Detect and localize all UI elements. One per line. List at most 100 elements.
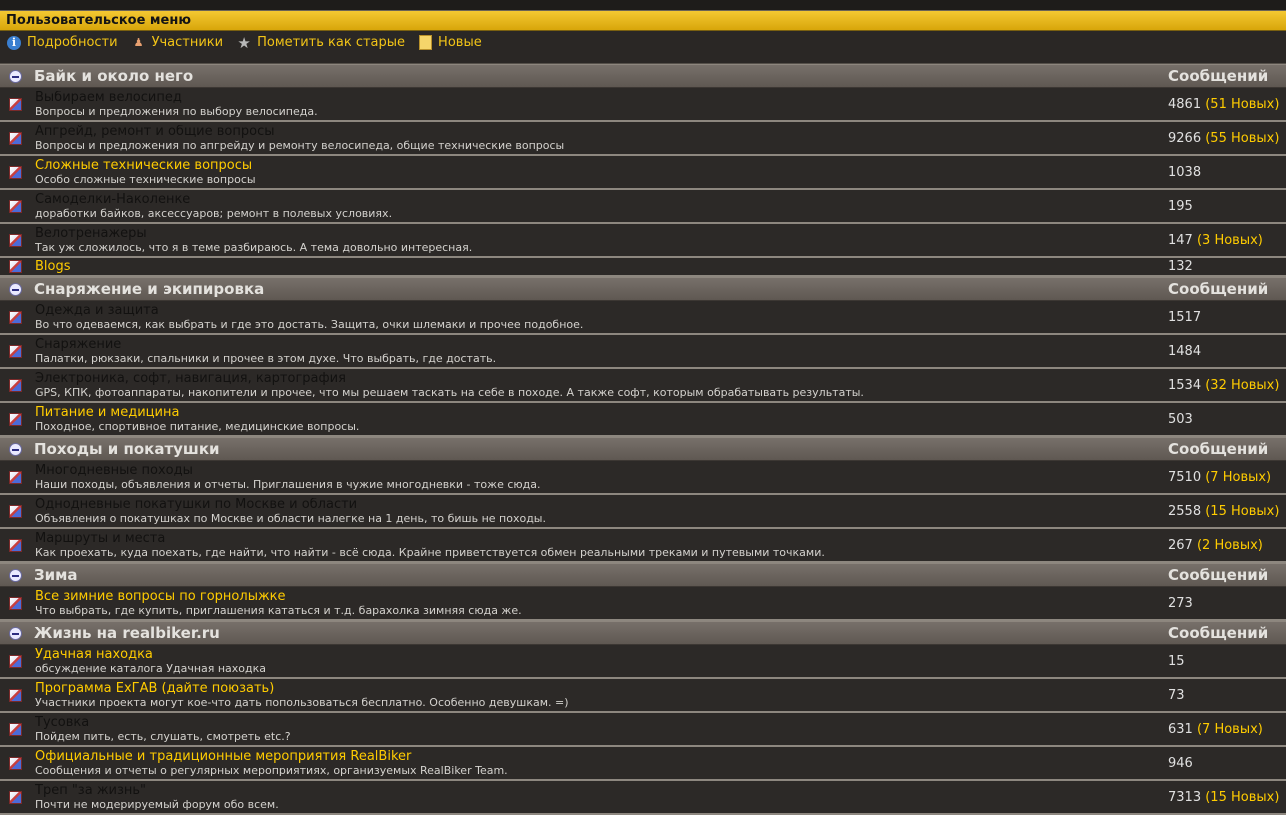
- category-title[interactable]: Жизнь на realbiker.ru: [34, 624, 1168, 642]
- forum-link[interactable]: Тусовка: [35, 716, 1168, 730]
- new-posts-count[interactable]: (15 Новых): [1205, 790, 1279, 805]
- forum-status-icon: [9, 310, 22, 324]
- collapse-icon[interactable]: [9, 69, 22, 83]
- collapse-icon[interactable]: [9, 626, 22, 640]
- new-posts-count[interactable]: (2 Новых): [1197, 538, 1263, 553]
- forum-row: Многодневные походы Наши походы, объявлен…: [0, 461, 1286, 495]
- post-count: 631: [1168, 721, 1193, 737]
- menu-separator: [0, 54, 1286, 64]
- post-count: 1534: [1168, 377, 1202, 393]
- category-title[interactable]: Снаряжение и экипировка: [34, 280, 1168, 298]
- forum-status-icon: [9, 344, 22, 358]
- details-link-label: Подробности: [27, 35, 118, 50]
- category-title[interactable]: Зима: [34, 566, 1168, 584]
- forum-link[interactable]: Апгрейд, ремонт и общие вопросы: [35, 125, 1168, 139]
- new-posts-count[interactable]: (7 Новых): [1197, 722, 1263, 737]
- forum-row: Питание и медицина Походное, спортивное п…: [0, 403, 1286, 437]
- forum-link[interactable]: Треп "за жизнь": [35, 784, 1168, 798]
- post-count: 7313: [1168, 789, 1202, 805]
- forum-row: Сложные технические вопросы Особо сложные…: [0, 156, 1286, 190]
- forum-description: GPS, КПК, фотоаппараты, накопители и про…: [35, 385, 864, 399]
- forum-info: Удачная находка обсуждение каталога Удачн…: [35, 648, 1168, 675]
- forum-status-icon: [9, 688, 22, 702]
- forum-row: Электроника, софт, навигация, картографи…: [0, 369, 1286, 403]
- post-count: 1484: [1168, 343, 1202, 359]
- post-count: 273: [1168, 595, 1193, 611]
- forum-status-icon: [9, 790, 22, 804]
- forum-info: Программа ExГАВ (дайте поюзать) Участники…: [35, 682, 1168, 709]
- new-posts-link[interactable]: Новые: [419, 35, 482, 50]
- forum-info: Снаряжение Палатки, рюкзаки, спальники и …: [35, 338, 1168, 365]
- forum-link[interactable]: Электроника, софт, навигация, картографи…: [35, 372, 1168, 386]
- forum-link[interactable]: Официальные и традиционные мероприятия R…: [35, 750, 1168, 764]
- forum-status-icon: [9, 654, 22, 668]
- forum-status-icon: [9, 97, 22, 111]
- forum-description: Наши походы, объявления и отчеты. Пригла…: [35, 477, 541, 491]
- forum-info: Официальные и традиционные мероприятия R…: [35, 750, 1168, 777]
- new-posts-count[interactable]: (7 Новых): [1205, 470, 1271, 485]
- forum-description: Пойдем пить, есть, слушать, смотреть etc…: [35, 729, 291, 743]
- forum-link[interactable]: Программа ExГАВ (дайте поюзать): [35, 682, 1168, 696]
- forum-link[interactable]: Питание и медицина: [35, 406, 1168, 420]
- new-posts-count[interactable]: (55 Новых): [1205, 131, 1279, 146]
- forum-description: Участники проекта могут кое-что дать поп…: [35, 695, 569, 709]
- new-posts-count[interactable]: (15 Новых): [1205, 504, 1279, 519]
- forum-link[interactable]: Самоделки-Наколенке: [35, 193, 1168, 207]
- members-link[interactable]: ♟ Участники: [132, 35, 223, 50]
- mark-read-link[interactable]: ★ Пометить как старые: [237, 34, 406, 52]
- category-title[interactable]: Походы и покатушки: [34, 440, 1168, 458]
- forum-info: Однодневные покатушки по Москве и област…: [35, 498, 1168, 525]
- collapse-icon[interactable]: [9, 442, 22, 456]
- post-count: 4861: [1168, 96, 1202, 112]
- post-count: 15: [1168, 653, 1185, 669]
- forum-link[interactable]: Снаряжение: [35, 338, 1168, 352]
- forum-link[interactable]: Все зимние вопросы по горнолыжке: [35, 590, 1168, 604]
- post-count: 267: [1168, 537, 1193, 553]
- forum-description: Вопросы и предложения по выбору велосипе…: [35, 104, 318, 118]
- forum-status-icon: [9, 470, 22, 484]
- forum-link[interactable]: Blogs: [35, 260, 1168, 274]
- forum-link[interactable]: Сложные технические вопросы: [35, 159, 1168, 173]
- category-header: Байк и около него Сообщений: [0, 64, 1286, 88]
- forum-row: Однодневные покатушки по Москве и област…: [0, 495, 1286, 529]
- new-posts-count[interactable]: (32 Новых): [1205, 378, 1279, 393]
- posts-column-header: Сообщений: [1168, 440, 1269, 458]
- forum-row: Официальные и традиционные мероприятия R…: [0, 747, 1286, 781]
- forum-posts: 1484: [1168, 344, 1286, 359]
- category-title[interactable]: Байк и около него: [34, 67, 1168, 85]
- mark-read-link-label: Пометить как старые: [257, 35, 406, 50]
- forum-list: Байк и около него Сообщений Выбираем велос…: [0, 64, 1286, 815]
- forum-link[interactable]: Маршруты и места: [35, 532, 1168, 546]
- forum-link[interactable]: Многодневные походы: [35, 464, 1168, 478]
- forum-status-icon: [9, 596, 22, 610]
- collapse-icon[interactable]: [9, 568, 22, 582]
- forum-link[interactable]: Однодневные покатушки по Москве и област…: [35, 498, 1168, 512]
- forum-posts: 132: [1168, 259, 1286, 274]
- forum-link[interactable]: Выбираем велосипед: [35, 91, 1168, 105]
- details-link[interactable]: i Подробности: [7, 35, 118, 50]
- post-count: 1038: [1168, 164, 1202, 180]
- new-posts-count[interactable]: (3 Новых): [1197, 233, 1263, 248]
- forum-info: Blogs: [35, 260, 1168, 274]
- forum-info: Выбираем велосипед Вопросы и предложения …: [35, 91, 1168, 118]
- forum-info: Маршруты и места Как проехать, куда поеха…: [35, 532, 1168, 559]
- forum-row: Маршруты и места Как проехать, куда поеха…: [0, 529, 1286, 563]
- top-strip: [0, 0, 1286, 11]
- forum-posts: 267 (2 Новых): [1168, 538, 1286, 553]
- forum-description: Как проехать, куда поехать, где найти, ч…: [35, 545, 825, 559]
- forum-status-icon: [9, 260, 22, 273]
- new-posts-count[interactable]: (51 Новых): [1205, 97, 1279, 112]
- forum-description: обсуждение каталога Удачная находка: [35, 661, 267, 675]
- posts-column-header: Сообщений: [1168, 566, 1269, 584]
- forum-posts: 631 (7 Новых): [1168, 722, 1286, 737]
- category-header: Походы и покатушки Сообщений: [0, 437, 1286, 461]
- collapse-icon[interactable]: [9, 282, 22, 296]
- forum-link[interactable]: Одежда и защита: [35, 304, 1168, 318]
- forum-posts: 1517: [1168, 310, 1286, 325]
- posts-column-header: Сообщений: [1168, 280, 1269, 298]
- forum-posts: 946: [1168, 756, 1286, 771]
- post-count: 503: [1168, 411, 1193, 427]
- forum-status-icon: [9, 131, 22, 145]
- forum-link[interactable]: Удачная находка: [35, 648, 1168, 662]
- forum-link[interactable]: Велотренажеры: [35, 227, 1168, 241]
